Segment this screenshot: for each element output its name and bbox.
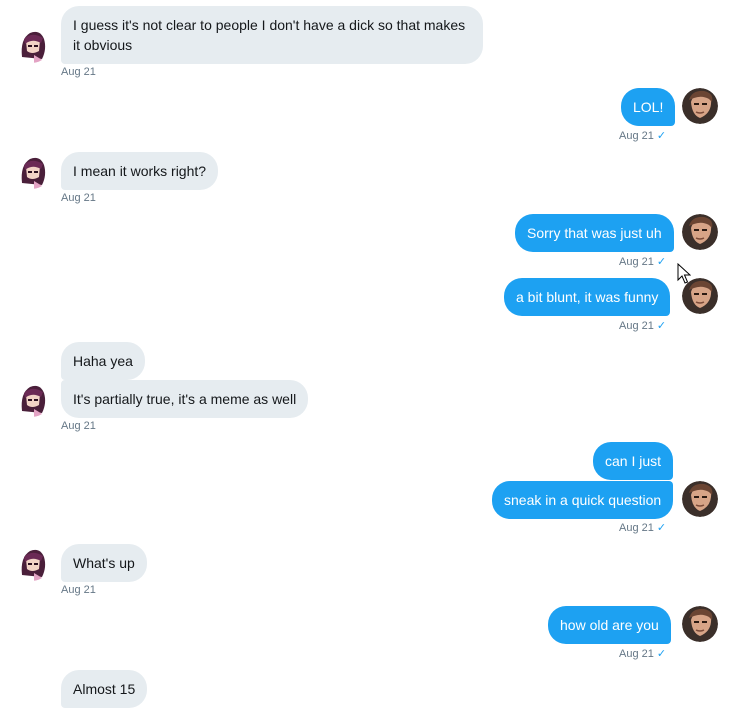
contact-avatar[interactable] <box>14 153 50 189</box>
outgoing-message: Sorry that was just uh <box>515 214 674 252</box>
user-avatar[interactable] <box>682 606 718 642</box>
user-avatar[interactable] <box>682 481 718 517</box>
incoming-message: It's partially true, it's a meme as well <box>61 380 309 418</box>
message-timestamp: Aug 21 <box>61 420 96 432</box>
outgoing-message: LOL! <box>621 88 676 126</box>
user-avatar[interactable] <box>682 214 718 250</box>
message-timestamp: Aug 21 ✓ <box>619 130 667 142</box>
checkmark-icon: ✓ <box>656 320 667 332</box>
conversation-view: I guess it's not clear to people I don't… <box>0 0 731 708</box>
checkmark-icon: ✓ <box>656 130 667 142</box>
message-timestamp: Aug 21 ✓ <box>619 522 667 534</box>
incoming-message: I guess it's not clear to people I don't… <box>61 6 483 64</box>
outgoing-message: can I just <box>593 442 674 480</box>
message-timestamp: Aug 21 ✓ <box>619 320 667 332</box>
incoming-message: Almost 15 <box>61 670 148 708</box>
mouse-cursor-icon <box>677 263 691 284</box>
contact-avatar[interactable] <box>14 27 50 63</box>
incoming-message: What's up <box>61 544 147 582</box>
checkmark-icon: ✓ <box>656 522 667 534</box>
user-avatar[interactable] <box>682 88 718 124</box>
incoming-message: I mean it works right? <box>61 152 219 190</box>
message-timestamp: Aug 21 ✓ <box>619 648 667 660</box>
checkmark-icon: ✓ <box>656 256 667 268</box>
outgoing-message: sneak in a quick question <box>492 481 674 519</box>
message-timestamp: Aug 21 <box>61 66 96 78</box>
message-timestamp: Aug 21 ✓ <box>619 256 667 268</box>
contact-avatar[interactable] <box>14 381 50 417</box>
outgoing-message: how old are you <box>548 606 671 644</box>
message-timestamp: Aug 21 <box>61 192 96 204</box>
contact-avatar[interactable] <box>14 545 50 581</box>
incoming-message: Haha yea <box>61 342 145 380</box>
checkmark-icon: ✓ <box>656 648 667 660</box>
message-timestamp: Aug 21 <box>61 584 96 596</box>
outgoing-message: a bit blunt, it was funny <box>504 278 671 316</box>
